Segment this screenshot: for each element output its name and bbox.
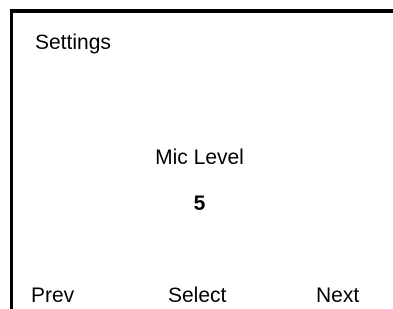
next-softkey[interactable]: Next (316, 284, 359, 308)
setting-name: Mic Level (155, 146, 244, 169)
select-softkey[interactable]: Select (168, 284, 226, 308)
device-screen: Settings Mic Level 5 Prev Select Next (0, 0, 393, 309)
screen-title: Settings (35, 31, 111, 54)
setting-value: 5 (193, 192, 206, 215)
screen-border-top (10, 9, 393, 13)
prev-softkey[interactable]: Prev (31, 284, 74, 308)
